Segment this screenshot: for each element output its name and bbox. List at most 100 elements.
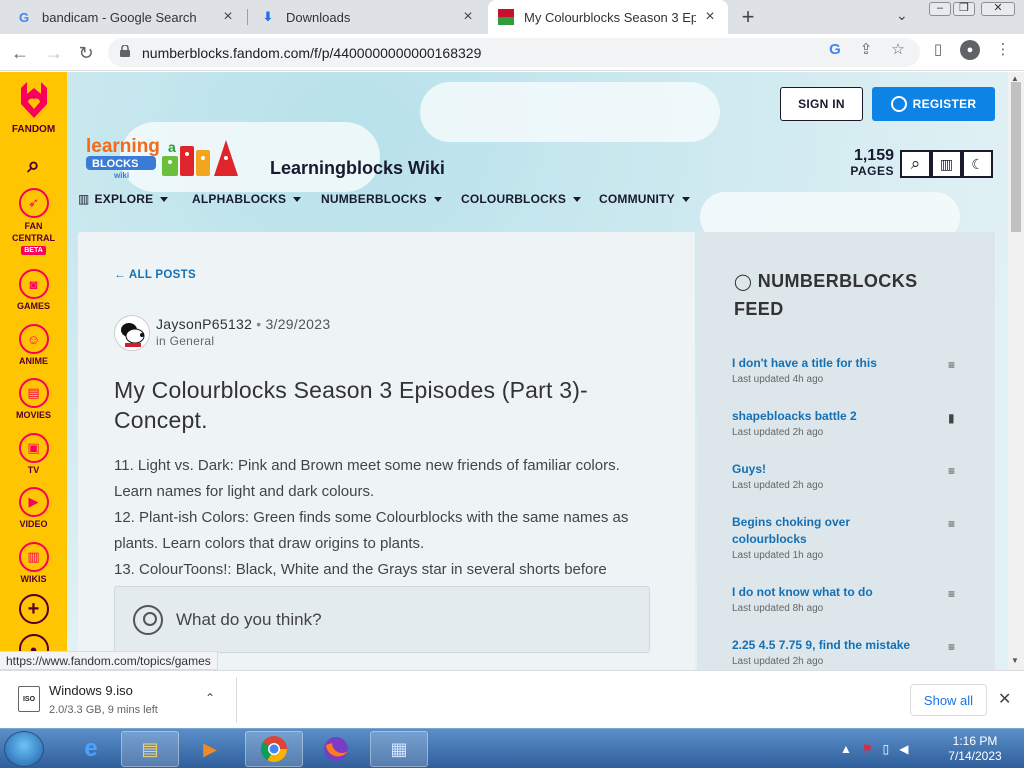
close-tab-icon[interactable]: ×: [460, 8, 476, 25]
start-button[interactable]: [4, 731, 44, 767]
author-name[interactable]: JaysonP65132: [156, 316, 252, 332]
search-icon: ⌕: [27, 152, 40, 177]
tab-search-chevron-icon[interactable]: ⌄: [896, 7, 908, 24]
tab-colourblocks-post[interactable]: My Colourblocks Season 3 Episo ×: [488, 0, 728, 34]
nav-numberblocks[interactable]: NUMBERBLOCKS: [321, 192, 442, 206]
profile-avatar-icon[interactable]: ●: [960, 40, 980, 60]
nav-community[interactable]: COMMUNITY: [599, 192, 690, 206]
wiki-reading-button[interactable]: ▥: [931, 150, 962, 178]
google-translate-icon[interactable]: G: [826, 40, 844, 58]
feed-item-title[interactable]: I don't have a title for this: [732, 355, 927, 372]
restore-window-button[interactable]: ❐: [953, 2, 975, 16]
svg-text:wiki: wiki: [113, 171, 129, 180]
feed-item[interactable]: Guys! Last updated 2h ago ≡: [732, 461, 962, 491]
internet-explorer-icon[interactable]: e: [62, 731, 120, 767]
post-author-line: JaysonP65132 • 3/29/2023: [156, 316, 330, 332]
fandom-heart-icon: [20, 82, 47, 118]
clock-date: 7/14/2023: [948, 749, 1002, 763]
close-downloads-icon[interactable]: ✕: [998, 689, 1011, 709]
dark-mode-button[interactable]: ☾: [962, 150, 993, 178]
reply-input[interactable]: What do you think?: [114, 586, 650, 653]
all-posts-link[interactable]: ← ALL POSTS: [114, 269, 196, 281]
volume-muted-icon[interactable]: ◀: [899, 742, 908, 756]
feed-item-title[interactable]: 2.25 4.5 7.75 9, find the mistake: [732, 637, 927, 654]
user-icon: [890, 96, 907, 112]
rail-games[interactable]: ◙ GAMES: [0, 269, 67, 311]
wiki-name[interactable]: Learningblocks Wiki: [270, 158, 445, 179]
feed-item-title[interactable]: shapebloacks battle 2: [732, 408, 927, 425]
show-all-downloads-button[interactable]: Show all: [910, 684, 987, 716]
author-avatar[interactable]: [114, 315, 150, 351]
register-button[interactable]: REGISTER: [872, 87, 995, 121]
sign-in-button[interactable]: SIGN IN: [780, 87, 863, 121]
reload-icon[interactable]: ↻: [74, 41, 98, 65]
close-tab-icon[interactable]: ×: [220, 8, 236, 25]
svg-text:BLOCKS: BLOCKS: [92, 158, 138, 170]
rail-create[interactable]: +: [0, 594, 67, 626]
page-scrollbar[interactable]: ▲ ▼: [1008, 72, 1024, 670]
feed-item[interactable]: I don't have a title for this Last updat…: [732, 355, 962, 385]
scrollbar-thumb[interactable]: [1011, 82, 1021, 232]
feed-item-title[interactable]: Guys!: [732, 461, 927, 478]
feed-item-title[interactable]: Begins choking over colourblocks: [732, 514, 872, 548]
rail-search[interactable]: ⌕: [0, 152, 67, 178]
rail-label: ANIME: [19, 356, 48, 366]
file-explorer-icon[interactable]: ▤: [121, 731, 179, 767]
chrome-taskbar-icon[interactable]: [245, 731, 303, 767]
post-category[interactable]: in General: [156, 334, 214, 348]
nav-explore[interactable]: ▥ EXPLORE: [78, 192, 169, 206]
speech-bubble-icon: ◯: [734, 274, 753, 291]
action-center-flag-icon[interactable]: ⚑: [862, 742, 873, 756]
close-tab-icon[interactable]: ×: [702, 8, 718, 25]
taskbar-clock[interactable]: 1:16 PM 7/14/2023: [940, 734, 1010, 764]
tab-google-search[interactable]: G bandicam - Google Search ×: [6, 0, 246, 34]
nav-alphablocks[interactable]: ALPHABLOCKS: [192, 192, 302, 206]
control-panel-icon[interactable]: ▦: [370, 731, 428, 767]
learningblocks-wiki-logo[interactable]: learning BLOCKS wiki a: [84, 134, 252, 180]
new-tab-button[interactable]: +: [736, 4, 760, 29]
fandom-global-nav: FANDOM ⌕ ➶ FAN CENTRAL BETA ◙ GAMES ☺ AN…: [0, 72, 67, 670]
network-icon[interactable]: ▯: [883, 742, 890, 756]
lock-icon: [120, 45, 130, 57]
feed-item[interactable]: Begins choking over colourblocks Last up…: [732, 514, 962, 561]
rail-movies[interactable]: ▤ MOVIES: [0, 378, 67, 420]
download-file-name[interactable]: Windows 9.iso: [49, 683, 133, 698]
clock-time: 1:16 PM: [952, 734, 998, 748]
feed-item-title[interactable]: I do not know what to do: [732, 584, 927, 601]
rail-anime[interactable]: ☺ ANIME: [0, 324, 67, 366]
download-icon: ⬇: [262, 9, 274, 24]
side-panel-icon[interactable]: ▯: [929, 40, 947, 58]
close-window-button[interactable]: ✕: [981, 2, 1015, 16]
rail-wikis[interactable]: ▥ WIKIS: [0, 542, 67, 584]
firefox-icon[interactable]: [307, 731, 365, 767]
bookmark-star-icon[interactable]: ☆: [889, 40, 907, 58]
feed-item[interactable]: I do not know what to do Last updated 8h…: [732, 584, 962, 614]
rail-video[interactable]: ▶ VIDEO: [0, 487, 67, 529]
post-paragraph: 11. Light vs. Dark: Pink and Brown meet …: [114, 457, 620, 500]
chrome-menu-icon[interactable]: ⋮: [994, 40, 1012, 58]
wiki-search-button[interactable]: ⌕: [900, 150, 931, 178]
rail-fan-central[interactable]: ➶ FAN CENTRAL BETA: [0, 188, 67, 255]
show-hidden-icons-icon[interactable]: ▲: [840, 742, 852, 756]
minimize-window-button[interactable]: –: [929, 2, 951, 16]
feed-item-updated: Last updated 2h ago: [732, 427, 824, 438]
address-bar[interactable]: numberblocks.fandom.com/f/p/440000000000…: [108, 38, 920, 67]
chevron-up-icon[interactable]: ⌃: [205, 691, 215, 705]
feed-item-updated: Last updated 2h ago: [732, 656, 824, 667]
tab-downloads[interactable]: ⬇ Downloads ×: [250, 0, 486, 34]
rail-tv[interactable]: ▣ TV: [0, 433, 67, 475]
back-arrow-icon[interactable]: ←: [8, 41, 32, 65]
nav-colourblocks[interactable]: COLOURBLOCKS: [461, 192, 582, 206]
tab-title: Downloads: [286, 9, 351, 25]
rocket-icon: ➶: [18, 188, 49, 218]
fandom-logo[interactable]: FANDOM: [0, 80, 67, 135]
forward-arrow-icon[interactable]: →: [42, 41, 66, 65]
feed-item[interactable]: shapebloacks battle 2 Last updated 2h ag…: [732, 408, 962, 438]
media-player-icon[interactable]: ▶: [181, 731, 239, 767]
feed-item-updated: Last updated 4h ago: [732, 374, 824, 385]
share-icon[interactable]: ⇪: [857, 40, 875, 58]
feed-item[interactable]: 2.25 4.5 7.75 9, find the mistake Last u…: [732, 637, 962, 667]
back-arrow-icon: ←: [114, 269, 126, 281]
download-progress-text: 2.0/3.3 GB, 9 mins left: [49, 704, 158, 716]
scroll-down-icon[interactable]: ▼: [1011, 656, 1019, 665]
